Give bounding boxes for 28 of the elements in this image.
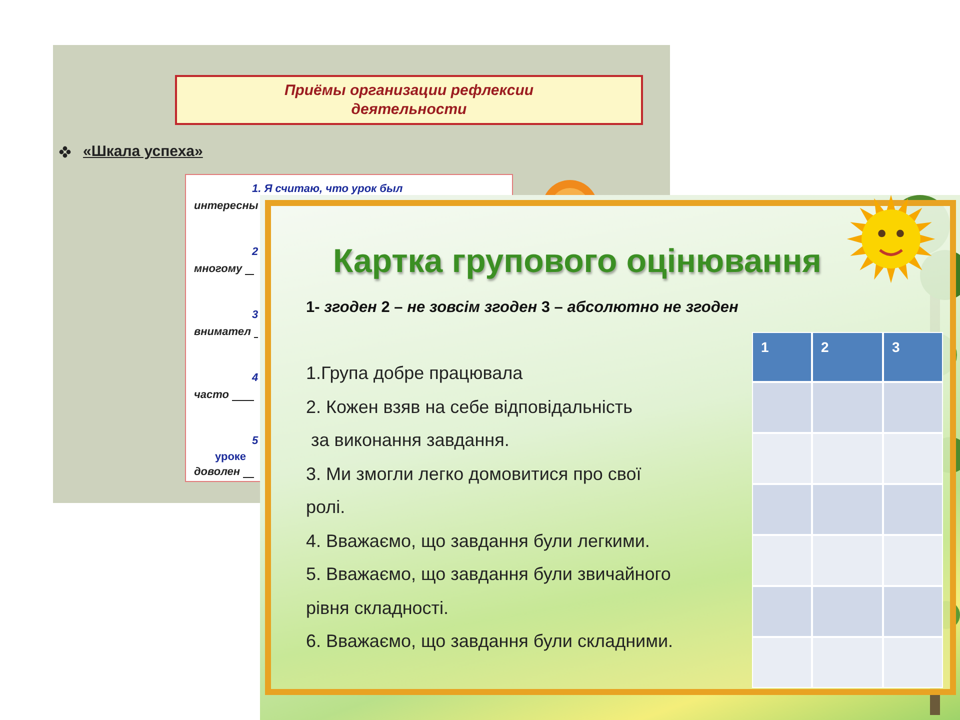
statement-text: 3. Ми змогли легко домовитися про свої: [306, 462, 642, 486]
card-text: многому: [194, 262, 242, 277]
statement-text: 6. Вважаємо, що завдання були складними.: [306, 630, 674, 653]
rating-legend: 1- згоден 2 – не зовсім згоден 3 – абсолютно не згоден: [306, 297, 950, 319]
statement-text: 5. Вважаємо, що завдання були звичайного: [306, 563, 672, 586]
statement-text: ролі.: [306, 496, 346, 519]
card-text: 4: [252, 371, 258, 386]
card-text: интересны: [194, 199, 258, 214]
card-text: часто: [194, 388, 230, 403]
column-header: 3: [883, 332, 943, 382]
statement-text: 1.Група добре працювала: [306, 362, 524, 385]
column-header: 2: [812, 332, 883, 382]
card-text: уроке: [215, 450, 246, 464]
statement-text: 4. Вважаємо, що завдання були легкими.: [306, 530, 651, 553]
slide-title: Приёмы организации рефлексии деятельности: [175, 75, 643, 125]
card-text: внимател: [194, 325, 251, 340]
card-text: 3: [252, 308, 258, 323]
column-header: 1: [752, 332, 812, 382]
statement-text: рівня складності.: [306, 596, 450, 620]
card-text: 5: [252, 434, 258, 449]
statement-text: 2. Кожен взяв на себе відповідальність: [306, 396, 634, 419]
card-text: доволен: [194, 465, 240, 480]
bullet-icon: [59, 146, 71, 158]
card-text: 2: [252, 245, 258, 260]
bullet-text: «Шкала успеха»: [83, 143, 203, 160]
slide-title: Картка групового оцінювання: [333, 241, 822, 281]
statement-text: за виконання завдання.: [310, 429, 510, 452]
card-text: 1. Я считаю, что урок был: [252, 182, 403, 197]
